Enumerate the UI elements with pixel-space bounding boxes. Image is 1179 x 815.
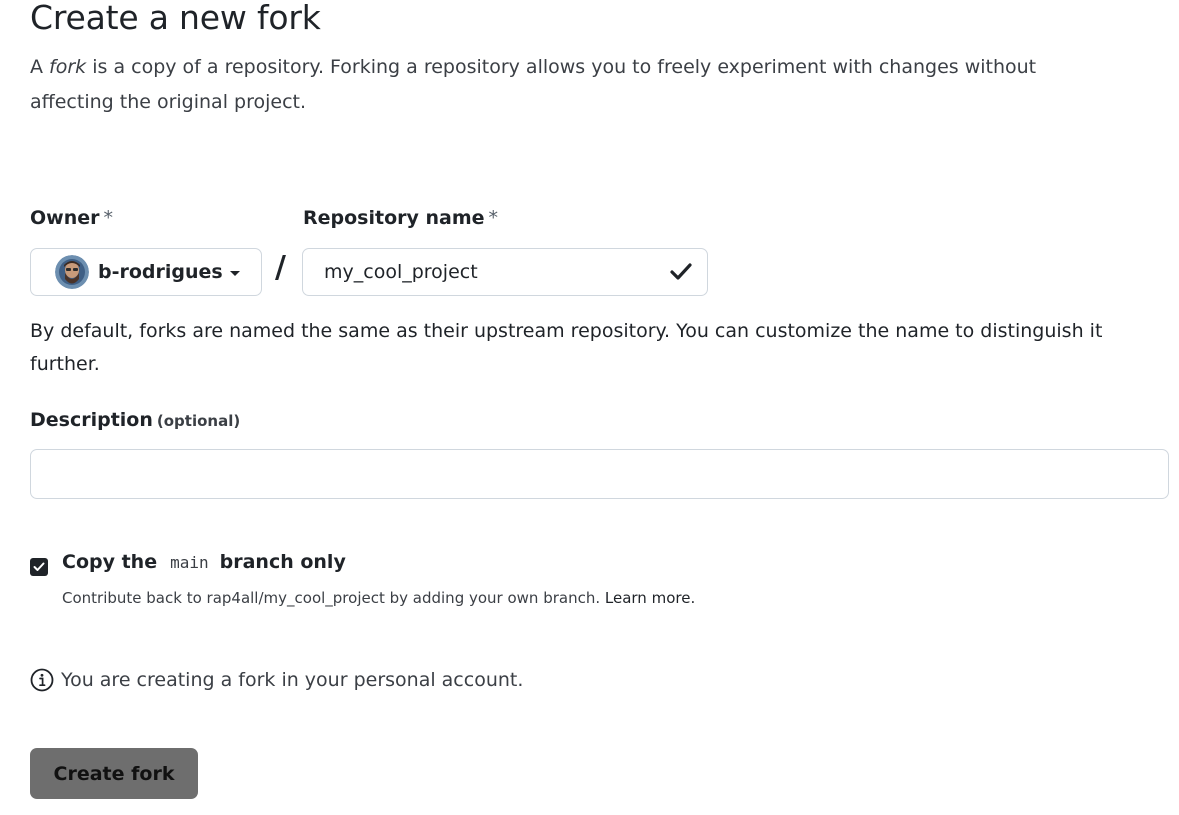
owner-repo-separator: / — [275, 250, 286, 285]
repository-name-hint: By default, forks are named the same as … — [30, 320, 1103, 375]
repository-name-label-text: Repository name — [303, 207, 485, 229]
account-notice: You are creating a fork in your personal… — [30, 668, 523, 692]
copy-branch-checkbox[interactable] — [30, 558, 48, 576]
check-icon — [670, 263, 692, 280]
info-icon — [30, 668, 54, 692]
description-label: Description (optional) — [30, 409, 240, 431]
create-fork-button[interactable]: Create fork — [30, 748, 198, 799]
copy-branch-prefix: Copy the — [62, 551, 158, 573]
copy-branch-hint: Contribute back to rap4all/my_cool_proje… — [62, 589, 695, 607]
page-title: Create a new fork — [30, 0, 321, 37]
account-notice-text: You are creating a fork in your personal… — [61, 669, 524, 691]
checkmark-icon — [33, 562, 45, 571]
subtitle-rest: is a copy of a repository. Forking a rep… — [30, 56, 1037, 113]
subtitle-emphasis: fork — [49, 56, 87, 78]
repository-name-field — [302, 248, 708, 296]
owner-name: b-rodrigues — [98, 261, 223, 283]
owner-label: Owner * — [30, 207, 113, 229]
copy-branch-label[interactable]: Copy the main branch only — [62, 551, 346, 573]
owner-required-mark: * — [103, 207, 114, 229]
chevron-down-icon — [229, 271, 240, 276]
description-input[interactable] — [30, 449, 1169, 499]
description-label-text: Description — [30, 409, 153, 431]
repository-name-label: Repository name * — [303, 207, 498, 229]
subtitle-prefix: A — [30, 56, 50, 78]
owner-label-text: Owner — [30, 207, 100, 229]
repository-required-mark: * — [488, 207, 499, 229]
learn-more-link[interactable]: Learn more. — [605, 589, 695, 607]
description-optional-text: (optional) — [156, 412, 241, 430]
owner-select-button[interactable]: b-rodrigues — [30, 248, 262, 296]
page-subtitle: A fork is a copy of a repository. Forkin… — [30, 50, 1110, 120]
copy-branch-suffix: branch only — [219, 551, 346, 573]
repository-name-input[interactable] — [303, 249, 664, 295]
avatar — [55, 255, 89, 289]
branch-name: main — [170, 553, 209, 572]
copy-branch-hint-text: Contribute back to rap4all/my_cool_proje… — [62, 589, 601, 607]
